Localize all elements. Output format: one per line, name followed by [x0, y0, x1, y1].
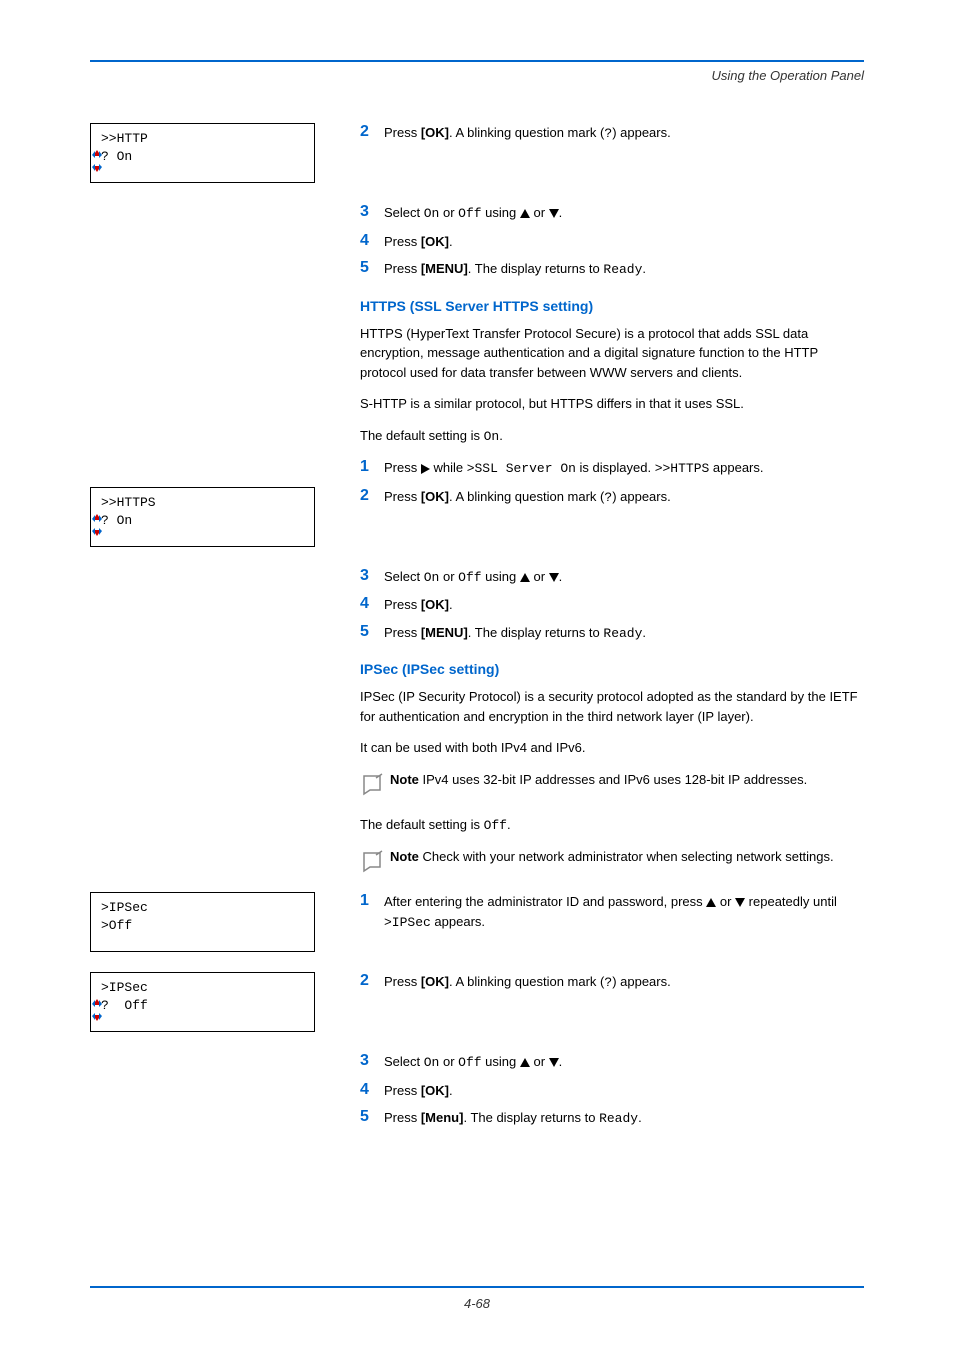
step-number: 4 — [360, 595, 384, 613]
step-text: Press [OK]. A blinking question mark (?)… — [384, 972, 864, 993]
paragraph: The default setting is Off. — [360, 815, 864, 836]
up-arrow-icon — [520, 209, 530, 218]
heading-https: HTTPS (SSL Server HTTPS setting) — [360, 298, 864, 314]
heading-ipsec: IPSec (IPSec setting) — [360, 661, 864, 677]
step-number: 5 — [360, 1108, 384, 1126]
step-number: 3 — [360, 1052, 384, 1070]
step-text: Press [MENU]. The display returns to Rea… — [384, 623, 864, 644]
lcd-line: >>HTTP — [101, 130, 304, 148]
up-arrow-icon — [520, 1058, 530, 1067]
step-row: 2 Press [OK]. A blinking question mark (… — [360, 123, 864, 144]
step-text: Select On or Off using or . — [384, 1052, 864, 1073]
down-arrow-icon — [549, 573, 559, 582]
lcd-line: >IPSec — [101, 899, 304, 917]
step-number: 2 — [360, 487, 384, 505]
cursor-arrows-icon — [89, 999, 105, 1021]
note-text: Check with your network administrator wh… — [419, 849, 834, 864]
step-text: Press [OK]. A blinking question mark (?)… — [384, 123, 864, 144]
step-number: 5 — [360, 259, 384, 277]
step-row: 5 Press [MENU]. The display returns to R… — [360, 623, 864, 644]
step-text: Press [Menu]. The display returns to Rea… — [384, 1108, 864, 1129]
paragraph: HTTPS (HyperText Transfer Protocol Secur… — [360, 324, 864, 383]
cursor-arrows-icon — [89, 514, 105, 536]
step-row: 1 After entering the administrator ID an… — [360, 892, 864, 932]
step-text: Press while >SSL Server On is displayed.… — [384, 458, 864, 479]
lcd-line: >Off — [101, 917, 304, 935]
lcd-display-ipsec-confirm: >IPSec ? Off — [90, 972, 315, 1032]
note-text: IPv4 uses 32-bit IP addresses and IPv6 u… — [419, 772, 807, 787]
step-number: 2 — [360, 972, 384, 990]
step-row: 4 Press [OK]. — [360, 1081, 864, 1101]
step-text: Press [OK]. — [384, 232, 864, 252]
step-number: 3 — [360, 567, 384, 585]
lcd-display-ipsec-menu: >IPSec >Off — [90, 892, 315, 952]
step-text: Press [MENU]. The display returns to Rea… — [384, 259, 864, 280]
lcd-display-http: >>HTTP ? On — [90, 123, 315, 183]
lcd-display-https: >>HTTPS ? On — [90, 487, 315, 547]
page-header: Using the Operation Panel — [90, 68, 864, 83]
step-row: 5 Press [Menu]. The display returns to R… — [360, 1108, 864, 1129]
down-arrow-icon — [549, 1058, 559, 1067]
step-text: After entering the administrator ID and … — [384, 892, 864, 932]
step-number: 2 — [360, 123, 384, 141]
paragraph: It can be used with both IPv4 and IPv6. — [360, 738, 864, 758]
step-row: 3 Select On or Off using or . — [360, 567, 864, 588]
step-text: Press [OK]. — [384, 595, 864, 615]
down-arrow-icon — [549, 209, 559, 218]
paragraph: The default setting is On. — [360, 426, 864, 447]
lcd-line: >IPSec — [101, 979, 304, 997]
lcd-line: >>HTTPS — [101, 494, 304, 512]
step-text: Select On or Off using or . — [384, 203, 864, 224]
step-number: 1 — [360, 458, 384, 476]
note-icon — [360, 772, 386, 796]
up-arrow-icon — [706, 898, 716, 907]
step-row: 2 Press [OK]. A blinking question mark (… — [360, 972, 864, 993]
lcd-line: ? On — [101, 148, 304, 166]
step-row: 5 Press [MENU]. The display returns to R… — [360, 259, 864, 280]
step-row: 2 Press [OK]. A blinking question mark (… — [360, 487, 864, 508]
lcd-line: ? On — [101, 512, 304, 530]
step-row: 3 Select On or Off using or . — [360, 203, 864, 224]
step-row: 1 Press while >SSL Server On is displaye… — [360, 458, 864, 479]
step-number: 1 — [360, 892, 384, 910]
step-number: 3 — [360, 203, 384, 221]
page-number: 4-68 — [464, 1296, 490, 1311]
note-block: Note Check with your network administrat… — [360, 847, 864, 876]
note-icon — [360, 849, 386, 873]
lcd-line: ? Off — [101, 997, 304, 1015]
paragraph: S-HTTP is a similar protocol, but HTTPS … — [360, 394, 864, 414]
step-number: 4 — [360, 232, 384, 250]
paragraph: IPSec (IP Security Protocol) is a securi… — [360, 687, 864, 726]
note-label: Note — [390, 849, 419, 864]
step-number: 4 — [360, 1081, 384, 1099]
down-arrow-icon — [735, 898, 745, 907]
step-number: 5 — [360, 623, 384, 641]
step-text: Select On or Off using or . — [384, 567, 864, 588]
step-row: 4 Press [OK]. — [360, 595, 864, 615]
step-text: Press [OK]. — [384, 1081, 864, 1101]
step-text: Press [OK]. A blinking question mark (?)… — [384, 487, 864, 508]
note-block: Note IPv4 uses 32-bit IP addresses and I… — [360, 770, 864, 799]
cursor-arrows-icon — [89, 150, 105, 172]
up-arrow-icon — [520, 573, 530, 582]
note-label: Note — [390, 772, 419, 787]
right-arrow-icon — [421, 464, 430, 474]
step-row: 4 Press [OK]. — [360, 232, 864, 252]
step-row: 3 Select On or Off using or . — [360, 1052, 864, 1073]
